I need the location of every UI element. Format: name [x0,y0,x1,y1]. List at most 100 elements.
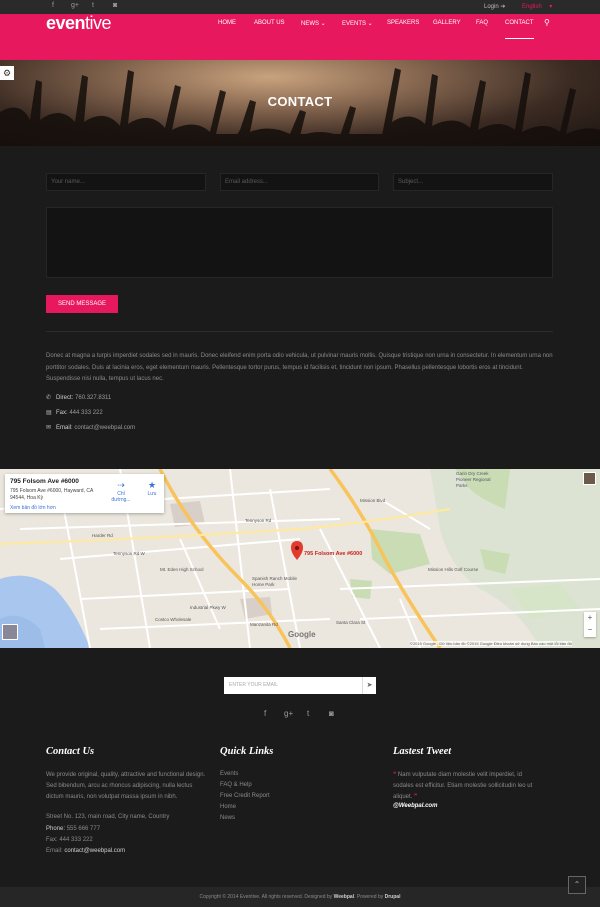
footer-fax-label: Fax: [46,837,58,843]
map-label-industrial: Industrial Pkwy W [190,605,226,610]
fax-icon: ▤ [46,410,52,416]
contact-paragraph: Donec at magna a turpis imperdiet sodale… [46,353,553,382]
map-label-golf: Mission Hills Golf Course [428,567,479,572]
save-button[interactable]: ★ Lưu [143,480,161,497]
star-icon: ★ [147,480,157,490]
login-link[interactable]: Login ➔ [484,3,505,10]
google-logo: Google [288,630,316,639]
footer-phone-value: 555 666 777 [66,826,101,832]
nav-home[interactable]: HOME [218,20,236,26]
map-card-address: 795 Folsom Ave #6000, Hayward, CA 94544,… [10,488,94,501]
footer-links-heading: Quick Links [220,746,274,757]
nav-events[interactable]: EVENTS ⌄ [342,20,373,27]
direct-value: 760.327.8311 [75,395,112,401]
nav-about-us[interactable]: ABOUT US [254,20,285,26]
footer-link-faq[interactable]: FAQ & Help [220,782,252,788]
satellite-toggle[interactable] [2,624,18,640]
email-label: Email: [56,425,73,431]
language-label: English [522,4,542,10]
email-value[interactable]: contact@weebpal.com [74,425,135,431]
logo-part-tive: tive [85,13,112,33]
chevron-up-icon: ⌃ [573,880,581,889]
newsletter-email-input[interactable]: ENTER YOUR EMAIL [224,677,362,694]
footer-phone-label: Phone: [46,826,66,832]
fax-value: 444 333 222 [69,410,103,416]
quote-close-icon: ❞ [414,794,418,800]
pegman-icon[interactable] [583,472,596,485]
footer-link-credit-report[interactable]: Free Credit Report [220,793,270,799]
logo-part-even: even [46,13,86,33]
top-bar [0,0,600,14]
footer-street: Street No. 123, main road, City name, Co… [46,814,170,820]
larger-map-link[interactable]: Xem bản đồ lớn hơn [10,505,56,511]
footer-link-home[interactable]: Home [220,804,236,810]
send-icon[interactable]: ➤ [362,677,376,694]
map-label-santa-clara: Santa Clara St [336,620,366,625]
map-label-school: Mt. Eden High School [160,567,204,572]
tweet-text: ❝ Nam vulputate diam molestie velit impe… [393,770,543,803]
footer-email: Email: contact@weebpal.com [46,846,125,857]
nav-gallery[interactable]: GALLERY [433,20,461,26]
hero-banner: CONTACT [0,60,600,146]
footer-contact-text: We provide original, quality, attractive… [46,772,206,800]
direct-phone: ✆ Direct: 760.327.8311 [46,394,111,401]
footer-twitter-icon[interactable]: t [307,709,309,718]
envelope-icon: ✉ [46,425,52,431]
zoom-out-button[interactable]: − [584,624,596,636]
direct-label: Direct: [56,395,74,401]
message-textarea[interactable] [46,207,553,278]
fax-line: ▤ Fax: 444 333 222 [46,409,103,416]
map-label-costco: Costco Wholesale [155,617,192,622]
twitter-icon[interactable]: t [92,2,94,9]
map-label-mission: Mission Blvd [360,498,386,503]
footer-link-news[interactable]: News [220,815,235,821]
map-attribution[interactable]: ©2015 Google - Dữ liệu bản đồ ©2015 Goog… [410,641,572,646]
zoom-control[interactable]: + − [584,612,596,637]
google-plus-icon[interactable]: g+ [71,2,79,9]
copyright-text: Copyright © 2014 Eventive. All rights re… [0,894,600,900]
facebook-icon[interactable]: f [52,2,54,9]
footer-phone: Phone: 555 666 777 [46,824,100,835]
designer-link[interactable]: Weebpal [334,894,354,900]
logo[interactable]: eventive [46,13,112,34]
nav-contact[interactable]: CONTACT [505,20,534,39]
map-label-tennyson-w: Tennyson Rd W [113,551,145,556]
search-icon[interactable]: ⚲ [544,18,550,27]
directions-button[interactable]: ⇢ Chỉ đường... [109,480,133,503]
map-card-title: 795 Folsom Ave #6000 [10,478,79,485]
nav-news[interactable]: NEWS ⌄ [301,20,326,27]
copyright-mid: . Powered by [354,894,384,900]
nav-faq[interactable]: FAQ [476,20,488,26]
language-select[interactable]: English ▾ [522,3,552,10]
fax-label: Fax: [56,410,68,416]
map-pin-label[interactable]: 795 Folsom Ave #6000 [304,551,362,557]
footer-contact-heading: Contact Us [46,746,95,757]
map-info-card: 795 Folsom Ave #6000 795 Folsom Ave #600… [5,474,164,513]
email-line: ✉ Email: contact@weebpal.com [46,424,135,431]
save-label: Lưu [147,491,157,497]
footer-facebook-icon[interactable]: f [264,709,266,718]
zoom-in-button[interactable]: + [584,612,596,624]
footer-tweet-heading: Lastest Tweet [393,746,452,757]
instagram-icon[interactable]: ◙ [113,2,117,9]
map-label-tennyson: Tennyson Rd [245,518,272,523]
footer-link-events[interactable]: Events [220,771,238,777]
phone-icon: ✆ [46,395,52,401]
map-label-park: Garin Dry Creek Pioneer Regional Parks [456,471,491,488]
platform-link[interactable]: Drupal [385,894,401,900]
map-label-spanish-ranch: Spanish Ranch Mobile Home Park [252,576,298,587]
page-title: CONTACT [267,94,333,109]
directions-icon: ⇢ [117,480,125,490]
back-to-top-button[interactable]: ⌃ [568,876,586,894]
tweet-handle[interactable]: @Weebpal.com [393,803,437,809]
footer-instagram-icon[interactable]: ◙ [329,709,334,718]
email-input[interactable]: Email address... [220,173,379,191]
name-input[interactable]: Your name... [46,173,206,191]
gear-icon[interactable]: ⚙ [0,66,14,80]
send-message-button[interactable]: SEND MESSAGE [46,295,118,313]
footer-email-value[interactable]: contact@weebpal.com [64,848,125,854]
footer-google-plus-icon[interactable]: g+ [284,709,293,718]
nav-speakers[interactable]: SPEAKERS [387,20,419,26]
directions-label: Chỉ đường... [111,491,131,503]
subject-input[interactable]: Subject... [393,173,553,191]
